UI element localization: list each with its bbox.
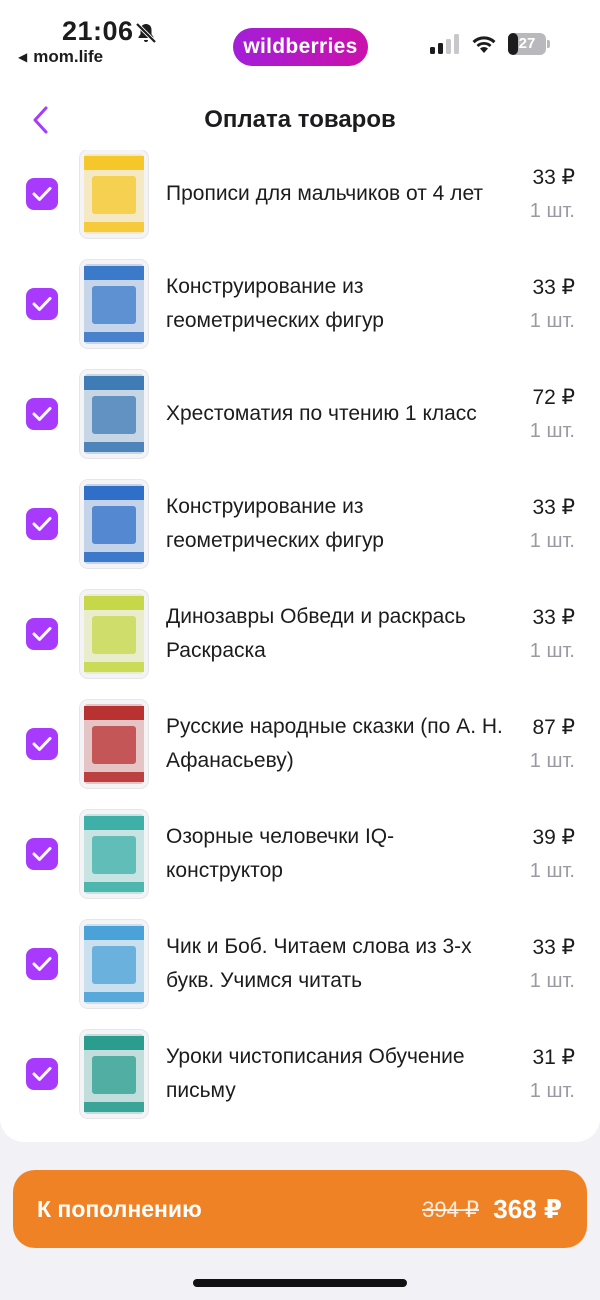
battery-percent: 27	[518, 35, 536, 52]
item-price: 33 ₽	[532, 606, 575, 629]
item-quantity: 1 шт.	[529, 200, 575, 222]
item-checkbox[interactable]	[26, 728, 58, 760]
cellular-signal-icon	[430, 34, 459, 54]
item-quantity: 1 шт.	[529, 420, 575, 442]
bell-slash-icon	[135, 22, 157, 44]
product-thumbnail[interactable]	[80, 920, 148, 1008]
item-price: 33 ₽	[532, 496, 575, 519]
product-thumbnail[interactable]	[80, 480, 148, 568]
list-item[interactable]: Динозавры Обведи и раскрась Раскраска 33 …	[0, 590, 600, 700]
top-up-button[interactable]: К пополнению 394 ₽ 368 ₽	[13, 1170, 587, 1248]
product-thumbnail[interactable]	[80, 150, 148, 238]
item-checkbox[interactable]	[26, 178, 58, 210]
item-title: Прописи для мальчиков от 4 лет	[166, 182, 484, 205]
item-title: Хрестоматия по чтению 1 класс	[166, 402, 477, 425]
item-price: 39 ₽	[532, 826, 575, 849]
back-triangle-icon: ◀	[18, 50, 28, 64]
item-title: Конструирование из геометрических фигур	[166, 495, 384, 552]
item-title: Чик и Боб. Читаем слова из 3-х букв. Учи…	[166, 935, 472, 992]
item-checkbox[interactable]	[26, 838, 58, 870]
page-title: Оплата товаров	[204, 106, 396, 133]
checkmark-icon	[32, 957, 52, 971]
item-quantity: 1 шт.	[529, 750, 575, 772]
wifi-icon	[472, 36, 496, 53]
list-item[interactable]: Русские народные сказки (по А. Н. Афанас…	[0, 700, 600, 810]
home-indicator[interactable]	[193, 1279, 407, 1287]
navigation-bar: Оплата товаров	[0, 76, 600, 156]
list-item[interactable]: Озорные человечки IQ-конструктор 39 ₽ 1 шт…	[0, 810, 600, 920]
item-price: 33 ₽	[532, 276, 575, 299]
item-price: 31 ₽	[532, 1046, 575, 1069]
item-quantity: 1 шт.	[529, 860, 575, 882]
checkmark-icon	[32, 737, 52, 751]
checkmark-icon	[32, 297, 52, 311]
item-price: 87 ₽	[532, 716, 575, 739]
item-checkbox[interactable]	[26, 618, 58, 650]
item-checkbox[interactable]	[26, 508, 58, 540]
checkmark-icon	[32, 187, 52, 201]
item-checkbox[interactable]	[26, 288, 58, 320]
item-title: Русские народные сказки (по А. Н. Афанас…	[166, 715, 503, 772]
list-item[interactable]: Чик и Боб. Читаем слова из 3-х букв. Учи…	[0, 920, 600, 1030]
checkmark-icon	[32, 1067, 52, 1081]
item-title: Конструирование из геометрических фигур	[166, 275, 384, 332]
item-quantity: 1 шт.	[529, 530, 575, 552]
item-checkbox[interactable]	[26, 398, 58, 430]
item-quantity: 1 шт.	[529, 310, 575, 332]
checkmark-icon	[32, 517, 52, 531]
top-up-label: К пополнению	[37, 1196, 202, 1222]
product-thumbnail[interactable]	[80, 590, 148, 678]
battery-indicator: 27	[508, 33, 550, 55]
item-quantity: 1 шт.	[529, 970, 575, 992]
product-thumbnail[interactable]	[80, 370, 148, 458]
item-quantity: 1 шт.	[529, 1080, 575, 1102]
status-bar: 21:06 ◀ mom.life wildberries 27	[0, 0, 600, 76]
item-checkbox[interactable]	[26, 948, 58, 980]
item-title: Озорные человечки IQ-конструктор	[166, 825, 395, 882]
item-title: Динозавры Обведи и раскрась Раскраска	[166, 605, 466, 662]
checkmark-icon	[32, 627, 52, 641]
clock: 21:06	[62, 16, 134, 46]
item-quantity: 1 шт.	[529, 640, 575, 662]
product-thumbnail[interactable]	[80, 700, 148, 788]
order-item-list: Прописи для мальчиков от 4 лет 33 ₽1 шт. К…	[0, 150, 600, 1142]
product-thumbnail[interactable]	[80, 260, 148, 348]
list-item[interactable]: Уроки чистописания Обучение письму 31 ₽ 1 …	[0, 1030, 600, 1140]
checkmark-icon	[32, 407, 52, 421]
item-price: 33 ₽	[532, 936, 575, 959]
item-title: Уроки чистописания Обучение письму	[166, 1045, 465, 1102]
list-item[interactable]: Конструирование из геометрических фигур 3…	[0, 260, 600, 370]
list-item[interactable]: Прописи для мальчиков от 4 лет 33 ₽ 1 шт.	[0, 150, 600, 260]
list-item[interactable]: Хрестоматия по чтению 1 класс 72 ₽ 1 шт.	[0, 370, 600, 480]
back-to-app-link[interactable]: ◀ mom.life	[18, 47, 103, 67]
item-checkbox[interactable]	[26, 1058, 58, 1090]
product-thumbnail[interactable]	[80, 810, 148, 898]
brand-logo: wildberries	[233, 28, 368, 66]
old-total-price: 394 ₽	[422, 1197, 479, 1222]
item-price: 72 ₽	[532, 386, 575, 409]
product-thumbnail[interactable]	[80, 1030, 148, 1118]
item-price: 33 ₽	[532, 166, 575, 189]
list-item[interactable]: Конструирование из геометрических фигур 3…	[0, 480, 600, 590]
checkmark-icon	[32, 847, 52, 861]
new-total-price: 368 ₽	[493, 1194, 562, 1224]
back-app-label: mom.life	[33, 47, 104, 66]
